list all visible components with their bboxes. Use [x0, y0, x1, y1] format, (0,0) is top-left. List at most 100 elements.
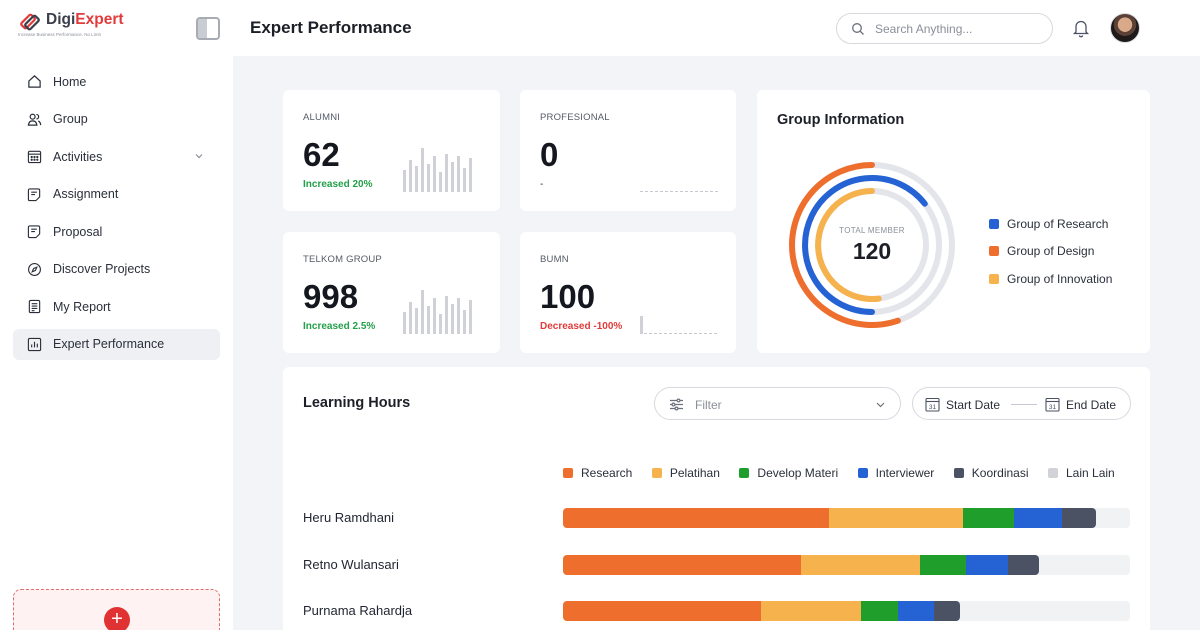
sidebar-item-expert-performance[interactable]: Expert Performance	[13, 328, 220, 360]
sidebar-item-label: My Report	[53, 299, 111, 314]
stat-card-telkom-group: TELKOM GROUP 998 Increased 2.5%	[283, 232, 500, 353]
stat-change: Increased 2.5%	[303, 321, 376, 332]
start-date-field[interactable]: Start Date	[946, 398, 1000, 412]
sparkline-bars	[403, 290, 472, 334]
legend-item: Group of Design	[989, 238, 1112, 266]
sidebar-item-label: Discover Projects	[53, 262, 151, 276]
legend-label: Develop Materi	[757, 466, 839, 480]
total-member-value: 120	[852, 238, 892, 264]
top-header: Expert Performance	[233, 0, 1200, 56]
legend-label: Lain Lain	[1066, 466, 1115, 480]
bell-icon[interactable]	[1072, 18, 1090, 38]
bar-segment-develop-materi	[920, 555, 966, 575]
sidebar-item-proposal[interactable]: Proposal	[13, 216, 220, 247]
calendar-icon	[26, 149, 42, 165]
sidebar-item-assignment[interactable]: Assignment	[13, 179, 220, 210]
legend-label: Interviewer	[875, 466, 935, 480]
bar-segment-develop-materi	[860, 601, 898, 621]
stat-value: 100	[540, 278, 596, 315]
sidebar-nav: Home Group Activities Assignment Proposa…	[13, 66, 220, 366]
group-information-title: Group Information	[777, 112, 905, 128]
bar-row-name: Heru Ramdhani	[303, 510, 395, 525]
legend-item: Pelatihan	[651, 466, 720, 480]
search-box[interactable]	[836, 13, 1053, 44]
date-range-picker[interactable]: 31 Start Date 31 End Date	[912, 387, 1131, 420]
legend-item: Research	[563, 466, 632, 480]
legend-label: Koordinasi	[971, 466, 1029, 480]
bar-row-name: Purnama Rahardja	[303, 603, 413, 618]
bar-segment-pelatihan	[801, 555, 921, 575]
bar-row: Heru Ramdhani	[303, 508, 1130, 528]
stacked-bar	[563, 555, 1130, 575]
legend-label: Pelatihan	[669, 466, 720, 480]
bar-segment-interviewer	[897, 601, 935, 621]
stat-change: -	[540, 179, 544, 190]
legend-item: Develop Materi	[739, 466, 838, 480]
stacked-bar	[563, 601, 1130, 621]
report-icon	[26, 299, 42, 315]
stat-value: 0	[540, 136, 559, 173]
search-icon	[852, 23, 864, 35]
sparkline-bars	[403, 148, 472, 192]
legend-item: Group of Research	[989, 210, 1112, 238]
legend-item: Group of Innovation	[989, 265, 1112, 293]
sidebar-item-my-report[interactable]: My Report	[13, 291, 220, 322]
sidebar-toggle-button[interactable]	[196, 17, 220, 40]
stat-label: BUMN	[540, 254, 569, 265]
stat-change: Increased 20%	[303, 179, 373, 190]
assignment-icon	[26, 186, 42, 202]
bar-segment-interviewer	[965, 555, 1009, 575]
sparkline-baseline	[640, 316, 718, 334]
bar-segment-pelatihan	[761, 601, 861, 621]
bar-row-name: Retno Wulansari	[303, 557, 399, 572]
sidebar-item-activities[interactable]: Activities	[13, 141, 220, 172]
sidebar-item-group[interactable]: Group	[13, 104, 220, 135]
bar-row: Retno Wulansari	[303, 555, 1130, 575]
legend-label: Group of Research	[1007, 216, 1109, 231]
bar-row: Purnama Rahardja	[303, 601, 1130, 621]
filter-dropdown[interactable]: Filter	[654, 387, 901, 420]
legend-swatch	[989, 273, 999, 284]
learning-hours-card: Learning Hours Filter 31 Start Date 31 E…	[283, 367, 1150, 630]
legend-swatch	[1048, 468, 1058, 478]
add-button[interactable]: +	[104, 607, 130, 630]
legend-item: Lain Lain	[1048, 466, 1115, 480]
avatar[interactable]	[1110, 13, 1140, 43]
legend-label: Group of Design	[1007, 244, 1095, 259]
chevron-down-icon	[876, 402, 885, 408]
sidebar-item-discover-projects[interactable]: Discover Projects	[13, 254, 220, 285]
bar-segment-research	[563, 555, 802, 575]
legend-label: Group of Innovation	[1007, 271, 1113, 286]
proposal-icon	[26, 224, 42, 240]
logo-tagline: Increase Business Performance, No Limit	[18, 32, 101, 37]
calendar-icon: 31	[925, 397, 940, 412]
stat-change: Decreased -100%	[540, 321, 623, 332]
calendar-day: 31	[929, 404, 937, 411]
bar-segment-research	[563, 601, 762, 621]
sidebar-item-home[interactable]: Home	[13, 66, 220, 97]
stat-value: 62	[303, 136, 340, 173]
stat-card-alumni: ALUMNI 62 Increased 20%	[283, 90, 500, 211]
bar-segment-pelatihan	[829, 508, 963, 528]
bar-segment-koordinasi	[1008, 555, 1040, 575]
logo-text-expert: Expert	[75, 11, 124, 28]
sidebar: DigiExpert Increase Business Performance…	[0, 0, 233, 630]
users-icon	[26, 111, 42, 127]
filter-placeholder: Filter	[695, 398, 722, 412]
legend-swatch	[563, 468, 573, 478]
learning-hours-title: Learning Hours	[303, 395, 411, 411]
legend-swatch	[739, 468, 750, 478]
legend-swatch	[857, 468, 868, 478]
sidebar-item-label: Expert Performance	[53, 337, 165, 351]
compass-icon	[26, 261, 42, 277]
stat-card-profesional: PROFESIONAL 0 -	[520, 90, 736, 211]
learning-hours-legend: Research Pelatihan Develop Materi Interv…	[563, 466, 1115, 480]
search-input[interactable]	[875, 20, 1043, 38]
calendar-day: 31	[1049, 404, 1057, 411]
app-logo[interactable]: DigiExpert	[18, 10, 124, 34]
legend-swatch	[651, 468, 662, 478]
bar-segment-koordinasi	[934, 601, 960, 621]
end-date-field[interactable]: End Date	[1066, 398, 1116, 412]
stat-label: ALUMNI	[303, 112, 341, 123]
chevron-down-icon[interactable]	[194, 151, 204, 161]
